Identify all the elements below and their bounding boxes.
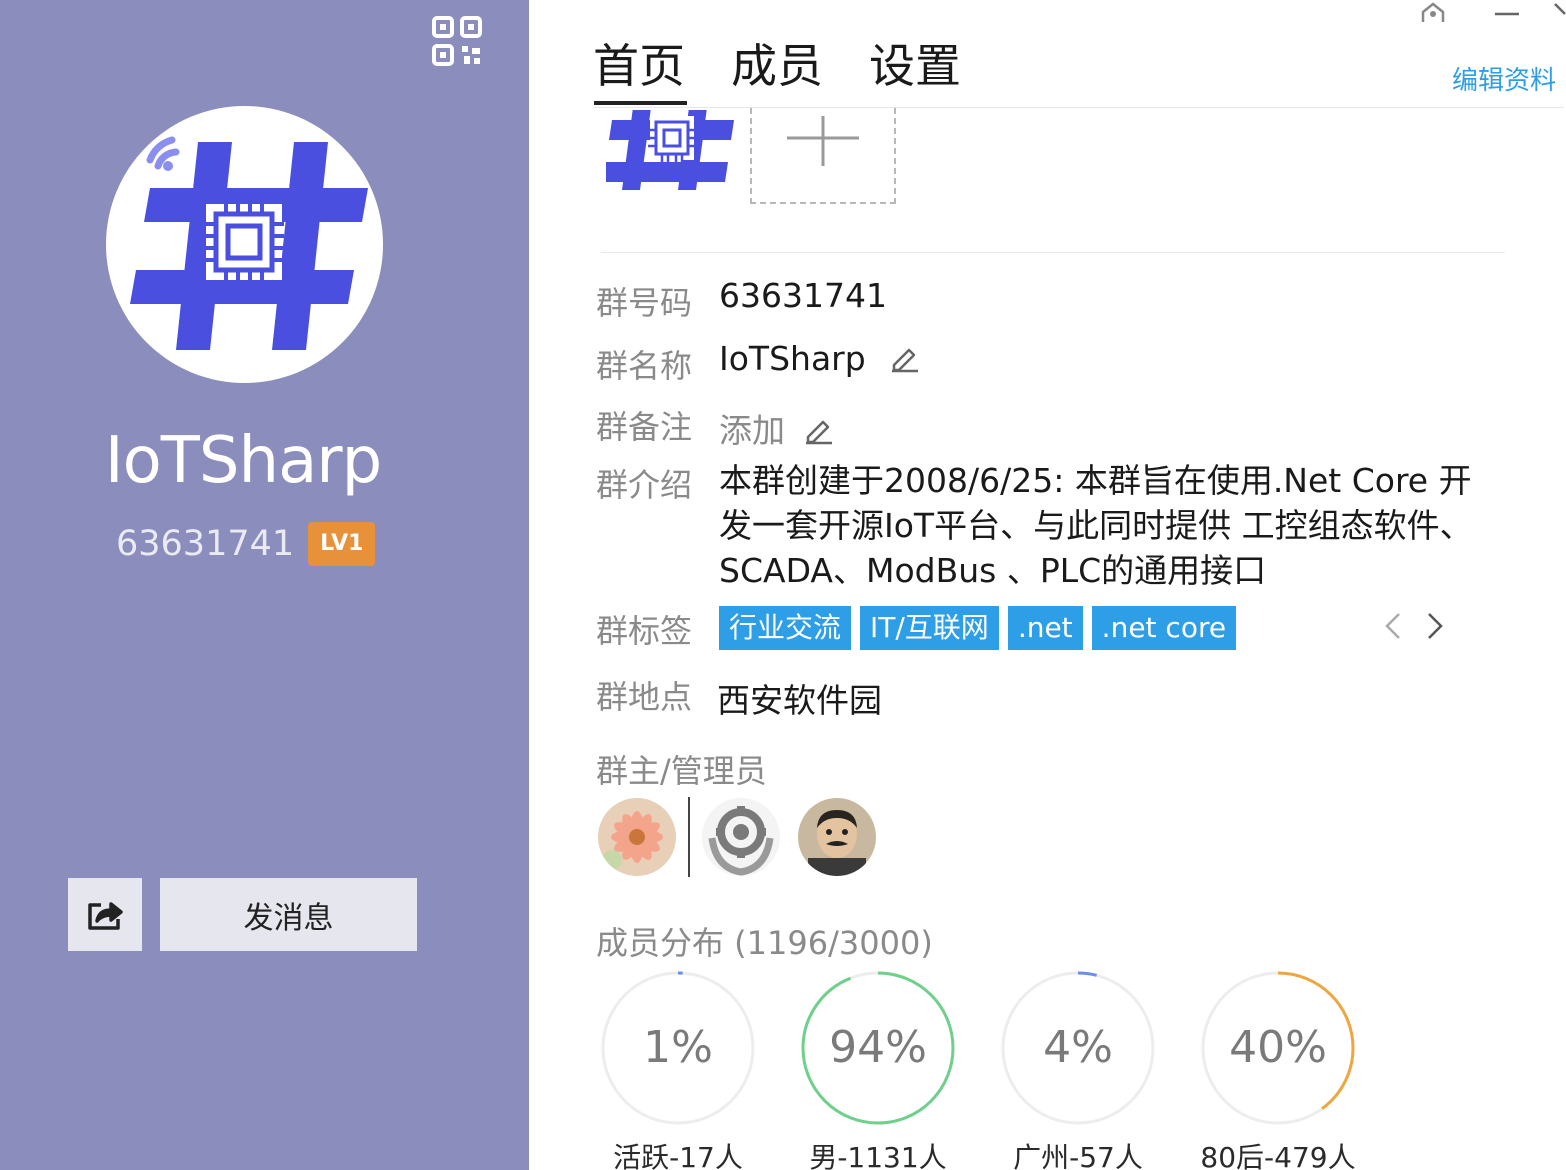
stat-label: 男-1131人 <box>809 1141 947 1170</box>
chevron-right-icon[interactable] <box>1419 606 1449 646</box>
group-name-value: IoTSharp <box>719 339 866 378</box>
tag-item[interactable]: IT/互联网 <box>860 606 999 650</box>
chevron-left-icon[interactable] <box>1379 606 1409 646</box>
group-avatar[interactable] <box>106 106 383 383</box>
stat-percent: 4% <box>1043 1022 1113 1073</box>
add-photo-button[interactable] <box>750 108 896 204</box>
member-distribution-title: 成员分布 (1196/3000) <box>596 924 933 962</box>
section-divider <box>601 252 1505 253</box>
share-icon <box>88 901 123 930</box>
close-icon[interactable] <box>1553 0 1566 28</box>
admins-label: 群主/管理员 <box>596 752 767 790</box>
stat-percent: 40% <box>1229 1022 1327 1073</box>
admin-avatar[interactable] <box>798 798 876 876</box>
edit-remark-pencil-icon[interactable] <box>802 413 834 453</box>
admin-list <box>598 797 876 877</box>
stat-label: 80后-479人 <box>1200 1141 1356 1170</box>
stat-label: 活跃-17人 <box>613 1141 743 1170</box>
stat-gender[interactable]: 94% <box>800 970 956 1126</box>
stat-label: 广州-57人 <box>1013 1141 1143 1170</box>
group-location-label: 群地点 <box>596 678 693 716</box>
tag-list: 行业交流 IT/互联网 .net .net core <box>719 606 1237 650</box>
group-name-label: 群名称 <box>596 347 693 385</box>
group-remark-label: 群备注 <box>596 408 693 446</box>
group-photo-thumbnail[interactable] <box>606 110 736 190</box>
tag-item[interactable]: 行业交流 <box>719 606 852 650</box>
stat-age[interactable]: 40% <box>1200 970 1356 1126</box>
tab-divider <box>594 107 1564 108</box>
group-tags-label: 群标签 <box>596 612 693 650</box>
group-intro-label: 群介绍 <box>596 466 693 504</box>
tab-settings[interactable]: 设置 <box>869 36 961 104</box>
group-intro-value: 本群创建于2008/6/25: 本群旨在使用.Net Core 开发一套开源Io… <box>719 461 1473 590</box>
group-detail-panel: 首页 成员 设置 编辑资料 群号码 63631741 群名称 IoTSharp … <box>529 0 1566 1170</box>
pin-icon[interactable] <box>1413 0 1453 28</box>
stat-percent: 94% <box>829 1022 927 1073</box>
admin-divider <box>688 797 690 877</box>
plus-icon <box>787 116 859 166</box>
owner-avatar[interactable] <box>598 798 676 876</box>
tab-members[interactable]: 成员 <box>731 36 823 104</box>
group-location-value: 西安软件园 <box>717 681 882 720</box>
send-message-button[interactable]: 发消息 <box>160 878 417 951</box>
edit-name-pencil-icon[interactable] <box>888 341 920 381</box>
admin-avatar[interactable] <box>702 798 780 876</box>
tab-bar: 首页 成员 设置 <box>593 36 961 104</box>
group-id-value: 63631741 <box>719 276 887 315</box>
group-id-text: 63631741 <box>116 524 295 564</box>
group-id-line: 63631741 LV1 <box>116 522 376 566</box>
tag-item[interactable]: .net core <box>1091 606 1237 650</box>
level-badge: LV1 <box>308 522 376 566</box>
group-remark-row: 添加 <box>719 404 834 453</box>
qr-code-icon[interactable] <box>426 12 488 72</box>
stat-active[interactable]: 1% <box>600 970 756 1126</box>
group-id-label: 群号码 <box>596 284 693 322</box>
stat-region[interactable]: 4% <box>1000 970 1156 1126</box>
stat-percent: 1% <box>643 1022 713 1073</box>
edit-profile-link[interactable]: 编辑资料 <box>1452 60 1556 97</box>
add-remark-link[interactable]: 添加 <box>719 411 785 450</box>
tab-home[interactable]: 首页 <box>593 36 685 104</box>
tag-item[interactable]: .net <box>1007 606 1083 650</box>
profile-sidebar: IoTSharp 63631741 LV1 发消息 <box>0 0 529 1170</box>
group-name-title: IoTSharp <box>104 424 382 498</box>
active-tab-indicator <box>594 101 687 105</box>
group-name-row: IoTSharp <box>719 339 920 381</box>
share-button[interactable] <box>68 878 142 951</box>
minimize-icon[interactable] <box>1487 0 1527 28</box>
